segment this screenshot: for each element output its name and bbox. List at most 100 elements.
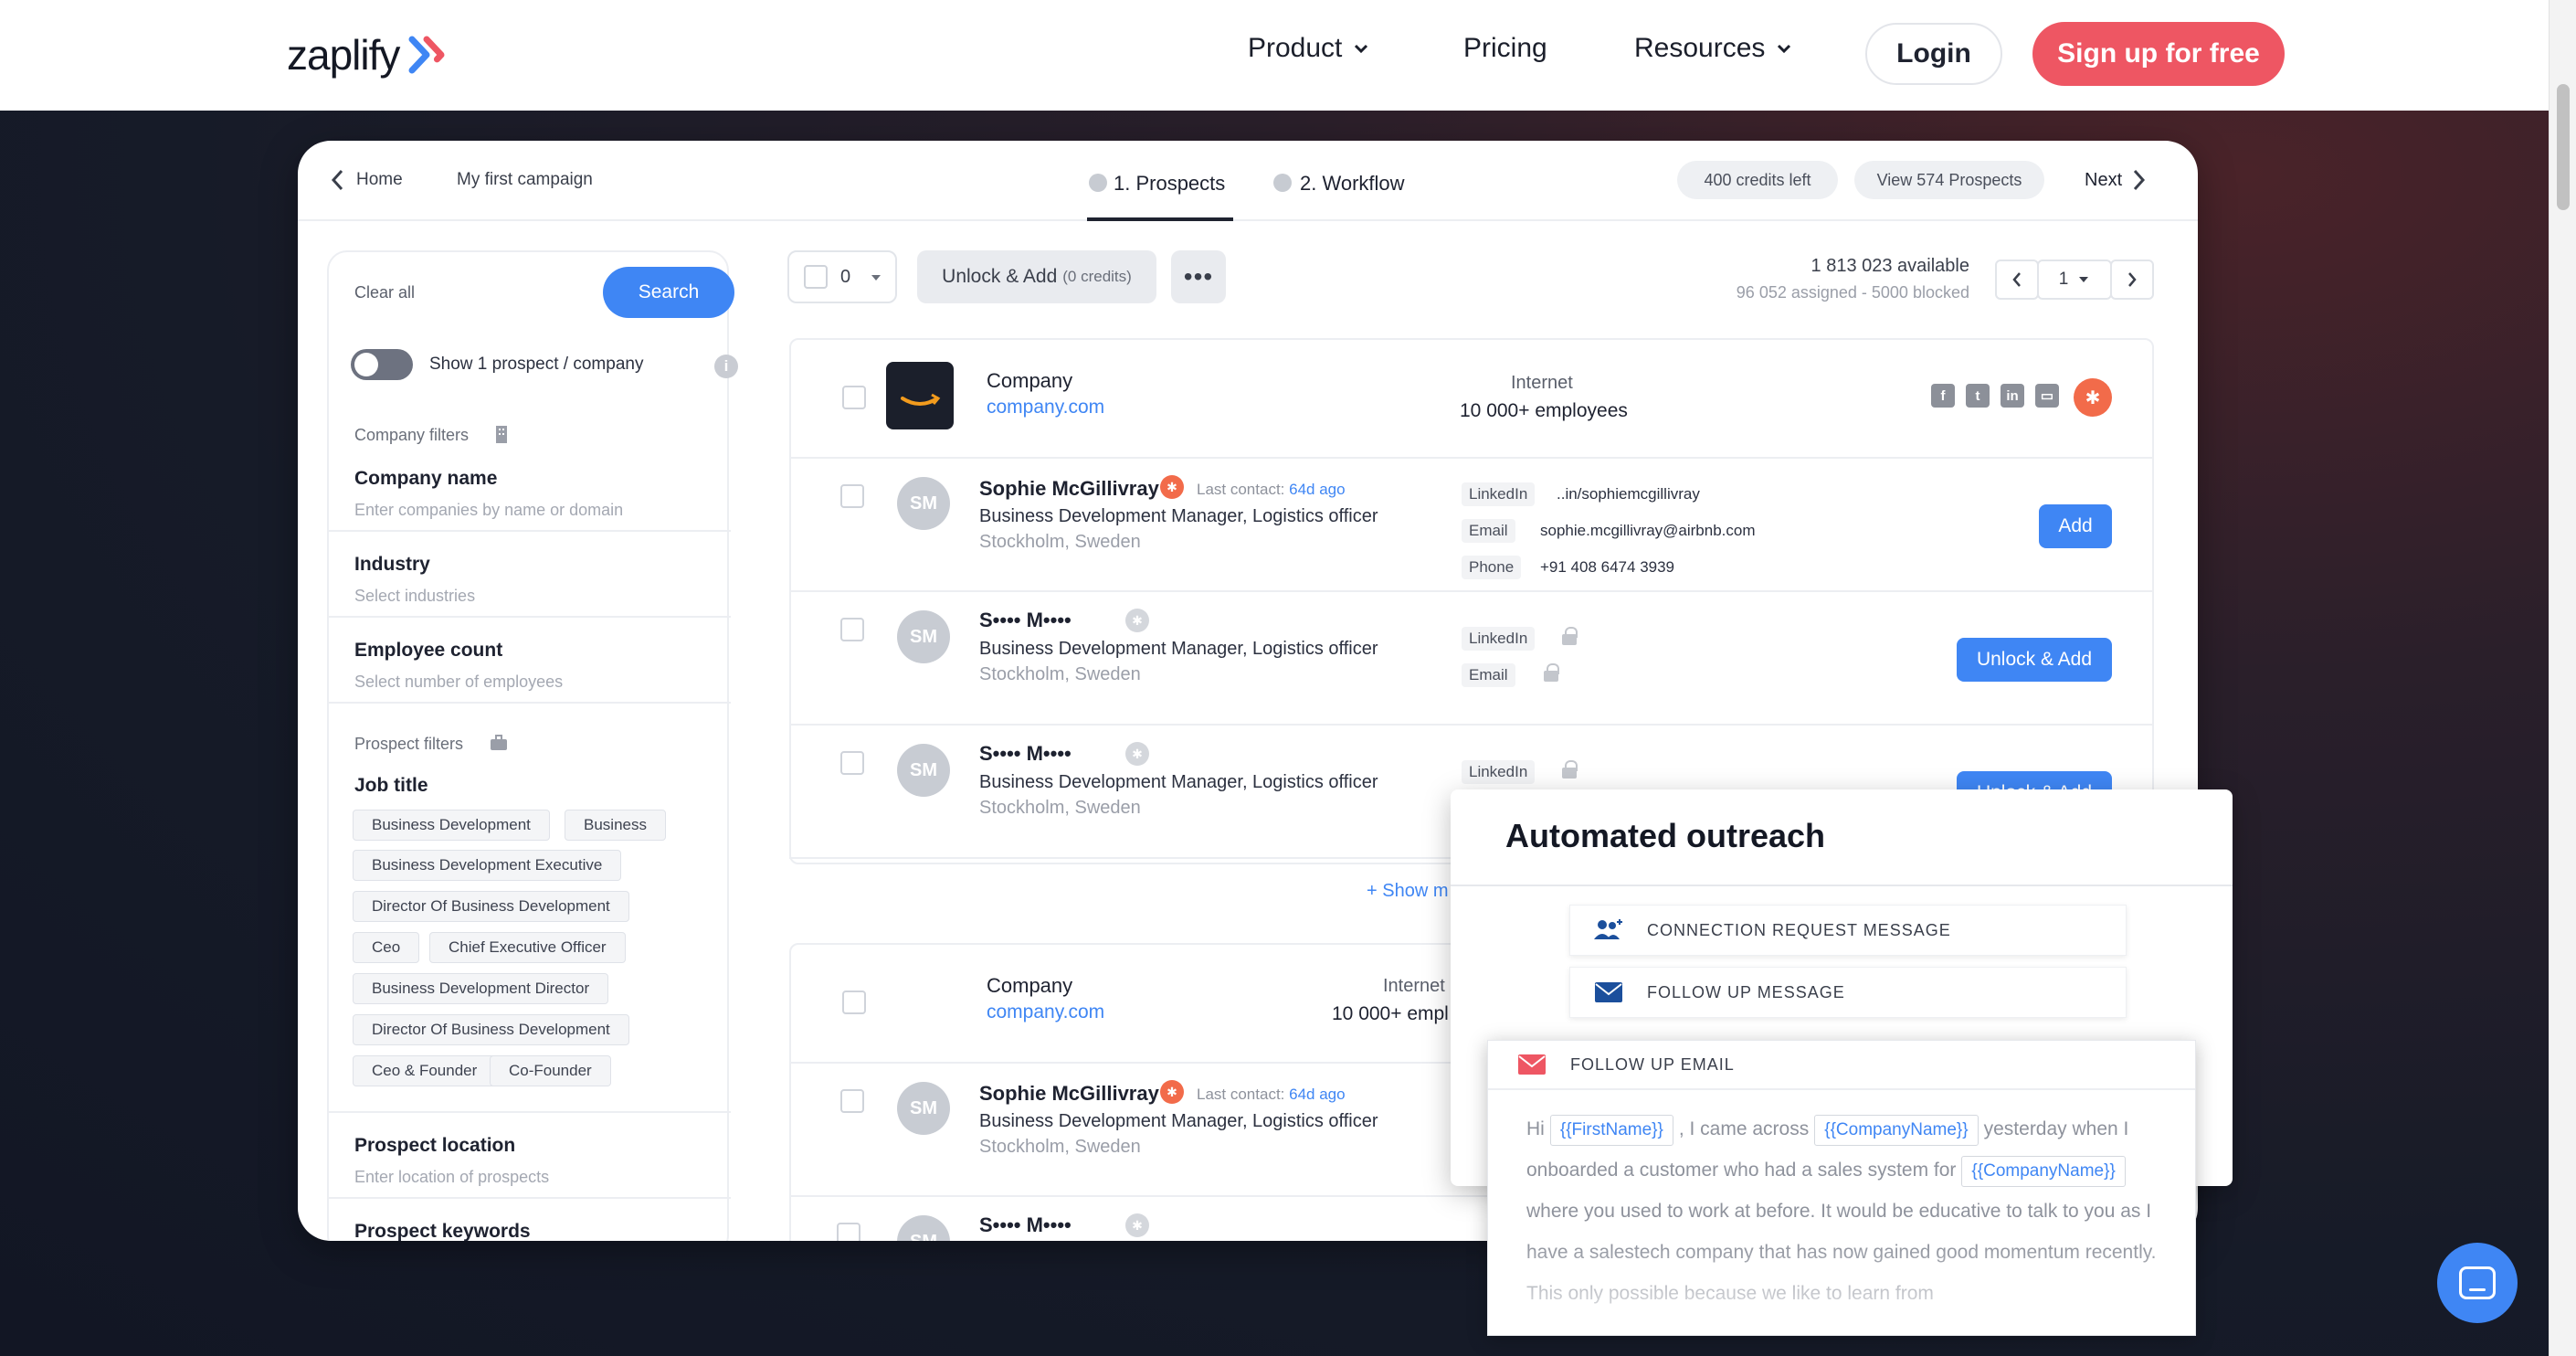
employee-count-label: Employee count — [354, 640, 503, 661]
caret-down-icon — [871, 275, 881, 281]
follow-up-email-card: FOLLOW UP EMAIL Hi {{FirstName}}, I came … — [1487, 1040, 2196, 1336]
bulk-select-dropdown[interactable]: 0 — [787, 250, 897, 303]
page-select[interactable]: 1 — [2037, 260, 2112, 300]
view-prospects-button[interactable]: View 574 Prospects — [1854, 161, 2044, 199]
tab-prospects[interactable]: 1. Prospects — [1114, 172, 1225, 196]
card-icon[interactable]: ▭ — [2035, 384, 2059, 408]
prospect-location: Stockholm, Sweden — [979, 1137, 1141, 1157]
prospect-name-masked: S•••• M•••• — [979, 1213, 1072, 1236]
prospect-checkbox[interactable] — [837, 1223, 860, 1241]
nav-product-label: Product — [1248, 33, 1343, 63]
unlock-add-bulk-button[interactable]: Unlock & Add (0 credits) — [917, 250, 1156, 303]
more-options-button[interactable]: ••• — [1171, 250, 1226, 303]
follow-up-email-header[interactable]: FOLLOW UP EMAIL — [1488, 1041, 2195, 1090]
company-name-input[interactable]: Enter companies by name or domain — [354, 501, 623, 520]
connection-request-step[interactable]: CONNECTION REQUEST MESSAGE — [1569, 905, 2127, 956]
job-title-chip[interactable]: Business Development — [353, 810, 550, 841]
next-button[interactable]: Next — [2085, 168, 2148, 192]
job-title-chip[interactable]: Chief Executive Officer — [429, 932, 626, 963]
prospect-checkbox[interactable] — [840, 618, 864, 641]
job-title-chip[interactable]: Business — [565, 810, 666, 841]
email-label: Email — [1462, 663, 1515, 687]
page-scrollbar[interactable] — [2549, 0, 2576, 1356]
company-name-variable[interactable]: {{CompanyName}} — [1814, 1115, 1979, 1146]
job-title-chip[interactable]: Ceo & Founder — [353, 1055, 497, 1086]
signup-button[interactable]: Sign up for free — [2032, 22, 2285, 86]
users-icon — [1594, 919, 1622, 939]
add-prospect-button[interactable]: Add — [2039, 504, 2112, 548]
company-name-label: Company name — [354, 468, 498, 489]
zaplify-logo[interactable]: zaplify — [287, 27, 445, 82]
job-title-chip[interactable]: Co-Founder — [490, 1055, 611, 1086]
facebook-icon[interactable]: f — [1931, 384, 1955, 408]
active-tab-indicator — [1087, 217, 1233, 221]
prev-page-button[interactable] — [1995, 260, 2039, 300]
company-domain-link[interactable]: company.com — [987, 397, 1104, 418]
prospect-location-input[interactable]: Enter location of prospects — [354, 1168, 549, 1187]
outreach-title: Automated outreach — [1505, 817, 1826, 854]
job-title-chip[interactable]: Director Of Business Development — [353, 891, 629, 922]
employee-count-select[interactable]: Select number of employees — [354, 673, 563, 692]
scrollbar-thumb[interactable] — [2557, 84, 2570, 210]
linkedin-icon[interactable]: in — [2001, 384, 2024, 408]
job-title-chip[interactable]: Ceo — [353, 932, 420, 963]
chevron-left-icon[interactable] — [329, 168, 347, 192]
company-checkbox[interactable] — [842, 991, 866, 1014]
industry-select[interactable]: Select industries — [354, 587, 475, 606]
toggle-knob — [354, 353, 378, 376]
chat-launcher-button[interactable] — [2437, 1243, 2518, 1323]
prospect-checkbox[interactable] — [840, 751, 864, 775]
info-icon[interactable]: i — [714, 355, 738, 378]
next-page-button[interactable] — [2110, 260, 2154, 300]
first-name-variable[interactable]: {{FirstName}} — [1549, 1115, 1673, 1146]
tab-workflow[interactable]: 2. Workflow — [1300, 172, 1405, 196]
prospect-location: Stockholm, Sweden — [979, 664, 1141, 684]
prospect-role: Business Development Manager, Logistics … — [979, 1111, 1378, 1131]
prospect-name[interactable]: Sophie McGillivray — [979, 477, 1159, 501]
lock-icon — [1544, 663, 1559, 682]
search-button[interactable]: Search — [603, 267, 734, 318]
breadcrumb-campaign[interactable]: My first campaign — [457, 170, 593, 190]
nav-pricing[interactable]: Pricing — [1463, 33, 1547, 64]
unlock-add-button[interactable]: Unlock & Add — [1957, 638, 2112, 682]
caret-down-icon — [2079, 277, 2089, 282]
show-more-link[interactable]: + Show m — [1367, 881, 1448, 902]
linkedin-value[interactable]: ..in/sophiemcgillivray — [1557, 485, 1700, 503]
unlock-add-label: Unlock & Add — [942, 266, 1058, 287]
nav-resources[interactable]: Resources — [1634, 33, 1794, 64]
prospect-role: Business Development Manager, Logistics … — [979, 506, 1378, 526]
company-filters-heading: Company filters — [354, 426, 470, 444]
prospect-name[interactable]: Sophie McGillivray — [979, 1082, 1159, 1106]
breadcrumb-home[interactable]: Home — [356, 170, 403, 190]
follow-up-email-label: FOLLOW UP EMAIL — [1570, 1054, 1735, 1074]
linkedin-label: LinkedIn — [1462, 627, 1536, 651]
clear-all-link[interactable]: Clear all — [354, 283, 415, 302]
prospect-role: Business Development Manager, Logistics … — [979, 639, 1378, 659]
login-button[interactable]: Login — [1865, 23, 2002, 85]
divider — [329, 1197, 731, 1199]
company-domain-link[interactable]: company.com — [987, 1001, 1104, 1023]
hubspot-icon: ✱ — [1125, 609, 1149, 632]
company-name-variable[interactable]: {{CompanyName}} — [1961, 1156, 2126, 1187]
prospect-location: Stockholm, Sweden — [979, 798, 1141, 818]
twitter-icon[interactable]: t — [1966, 384, 1990, 408]
job-title-chip[interactable]: Business Development Director — [353, 973, 609, 1004]
job-title-chip[interactable]: Director Of Business Development — [353, 1014, 629, 1045]
phone-value[interactable]: +91 408 6474 3939 — [1540, 558, 1674, 577]
toggle-label: Show 1 prospect / company — [429, 355, 644, 374]
follow-up-message-step[interactable]: FOLLOW UP MESSAGE — [1569, 967, 2127, 1018]
prospect-checkbox[interactable] — [840, 484, 864, 508]
hubspot-icon[interactable]: ✱ — [2074, 378, 2112, 417]
select-all-checkbox[interactable] — [804, 265, 828, 289]
nav-pricing-label: Pricing — [1463, 33, 1547, 63]
nav-product[interactable]: Product — [1248, 33, 1371, 64]
company-checkbox[interactable] — [842, 386, 866, 409]
show-one-prospect-toggle[interactable] — [351, 349, 413, 380]
job-title-chip[interactable]: Business Development Executive — [353, 850, 622, 881]
logo-mark-icon — [406, 36, 445, 74]
lock-icon — [1562, 627, 1578, 645]
logo-text: zaplify — [287, 31, 400, 79]
prospect-checkbox[interactable] — [840, 1089, 864, 1113]
filter-sidebar: Clear all Search Show 1 prospect / compa… — [327, 250, 738, 1241]
email-value[interactable]: sophie.mcgillivray@airbnb.com — [1540, 522, 1756, 540]
